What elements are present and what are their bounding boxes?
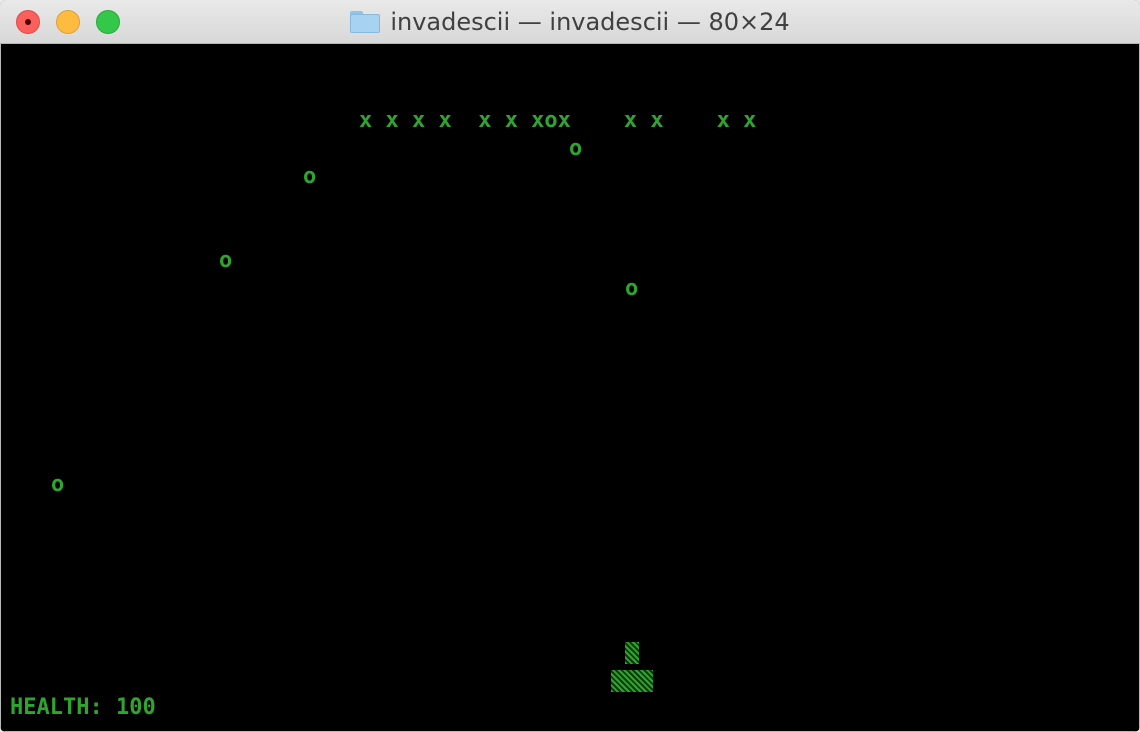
folder-icon [350,11,381,33]
terminal-window: invadescii — invadescii — 80×24 x x x x … [0,0,1140,732]
window-title: invadescii — invadescii — 80×24 [0,0,1140,44]
invader-row: x x x x x x xox x x x x [359,108,757,133]
health-status: HEALTH: 100 [10,695,156,720]
terminal-screen[interactable]: x x x x x x xox x x x x o o o o o HEALTH… [1,45,1139,731]
player-ship-base [611,670,653,692]
enemy-bullet: o [303,164,317,189]
enemy-bullet: o [625,276,639,301]
window-title-text: invadescii — invadescii — 80×24 [390,8,790,36]
title-bar[interactable]: invadescii — invadescii — 80×24 [0,0,1140,44]
enemy-bullet: o [569,136,583,161]
enemy-bullet: o [219,248,233,273]
player-ship-top [625,642,639,664]
enemy-bullet: o [51,472,65,497]
